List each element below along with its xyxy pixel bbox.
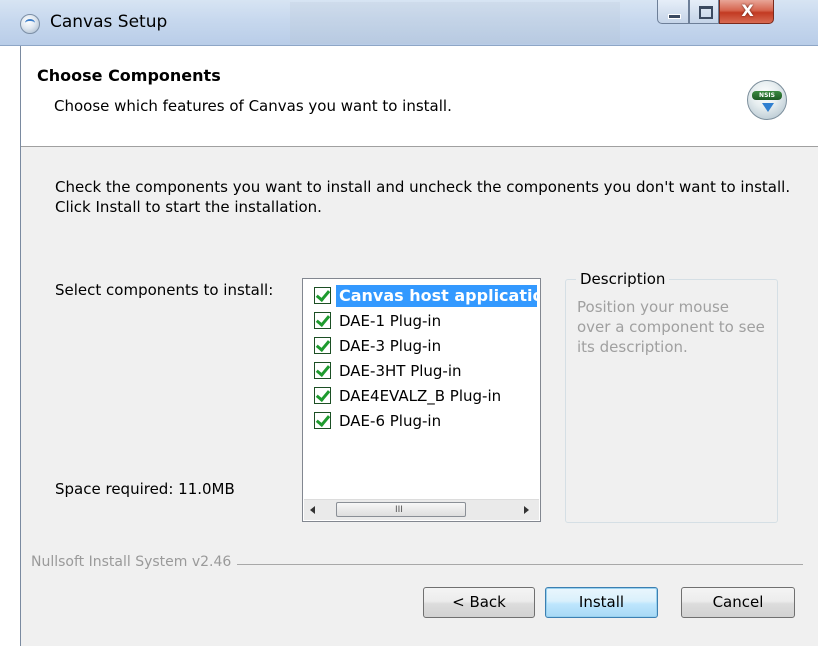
checkmark-icon xyxy=(315,336,331,353)
background-window-tab xyxy=(290,2,620,44)
component-checkbox[interactable] xyxy=(314,361,331,379)
scrollbar-thumb[interactable]: III xyxy=(336,502,466,517)
checkmark-icon xyxy=(315,361,331,378)
window-title: Canvas Setup xyxy=(50,12,168,32)
installer-logo-icon: NSIS xyxy=(747,80,787,120)
maximize-button[interactable] xyxy=(689,0,719,24)
back-button[interactable]: < Back xyxy=(423,587,535,618)
cancel-button[interactable]: Cancel xyxy=(681,587,795,618)
maximize-icon xyxy=(699,6,713,19)
app-icon xyxy=(20,14,40,34)
minimize-button[interactable] xyxy=(657,0,689,24)
scroll-right-icon[interactable] xyxy=(524,506,529,514)
component-checkbox[interactable] xyxy=(314,336,331,354)
page-title: Choose Components xyxy=(37,66,221,85)
nsis-branding: Nullsoft Install System v2.46 xyxy=(31,554,238,570)
page-subtitle: Choose which features of Canvas you want… xyxy=(54,97,452,115)
description-legend: Description xyxy=(576,270,670,288)
close-icon: X xyxy=(741,1,754,20)
instructions-text: Check the components you want to install… xyxy=(55,178,791,216)
download-arrow-icon xyxy=(762,103,774,112)
select-components-label: Select components to install: xyxy=(55,281,274,299)
checkmark-icon xyxy=(315,311,331,328)
header-panel: Choose Components Choose which features … xyxy=(21,46,818,147)
component-label[interactable]: DAE-3HT Plug-in xyxy=(336,360,465,382)
component-checkbox[interactable] xyxy=(314,286,331,304)
close-button[interactable]: X xyxy=(719,0,774,24)
horizontal-scrollbar[interactable]: III xyxy=(304,499,539,520)
checkmark-icon xyxy=(315,411,331,428)
space-required-label: Space required: 11.0MB xyxy=(55,480,235,498)
setup-window: Canvas Setup X Choose Components Choose … xyxy=(0,0,818,646)
install-button[interactable]: Install xyxy=(545,587,658,618)
component-label[interactable]: DAE-6 Plug-in xyxy=(336,410,444,432)
component-label[interactable]: DAE4EVALZ_B Plug-in xyxy=(336,385,504,407)
checkmark-icon xyxy=(315,286,331,303)
component-label[interactable]: DAE-3 Plug-in xyxy=(336,335,444,357)
component-label[interactable]: DAE-1 Plug-in xyxy=(336,310,444,332)
component-checkbox[interactable] xyxy=(314,411,331,429)
body-panel: Check the components you want to install… xyxy=(21,147,818,646)
component-checkbox[interactable] xyxy=(314,386,331,404)
title-bar[interactable]: Canvas Setup X xyxy=(0,0,818,46)
checkmark-icon xyxy=(315,386,331,403)
scrollbar-grip: III xyxy=(395,505,403,515)
component-checkbox[interactable] xyxy=(314,311,331,329)
component-label[interactable]: Canvas host application xyxy=(336,285,537,307)
scroll-left-icon[interactable] xyxy=(310,506,315,514)
minimize-icon xyxy=(668,14,681,19)
installer-logo-band: NSIS xyxy=(752,91,782,100)
description-text: Position your mouse over a component to … xyxy=(577,298,765,356)
components-tree[interactable]: Canvas host application DAE-1 Plug-in DA… xyxy=(302,278,541,522)
